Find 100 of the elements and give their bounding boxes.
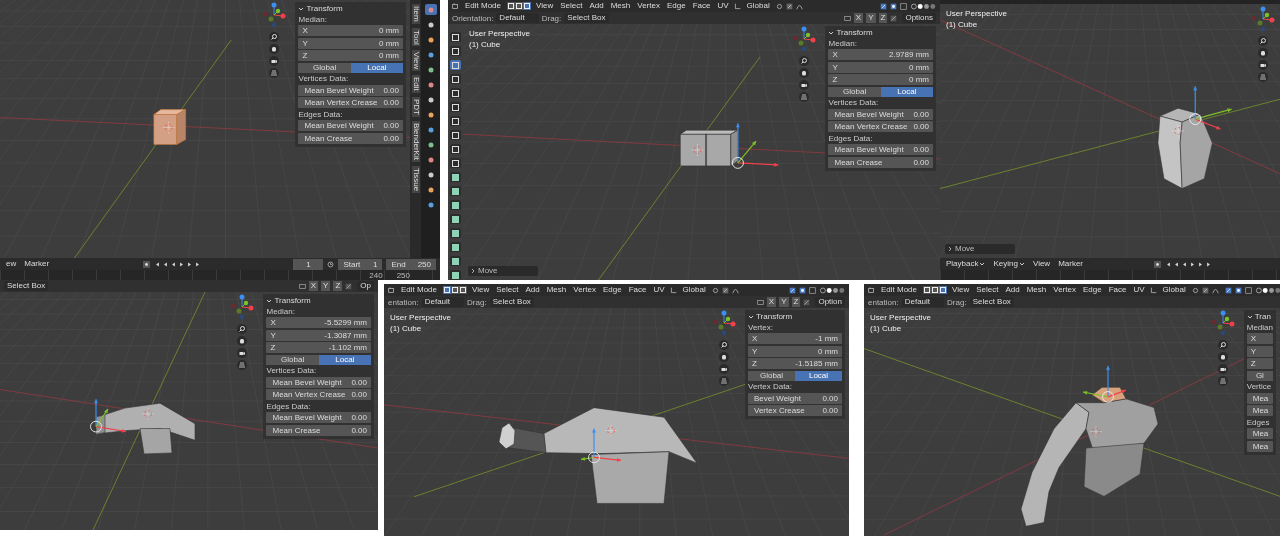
value-field[interactable]: Mean Crease 0.00 xyxy=(298,132,403,144)
hand-icon[interactable] xyxy=(799,68,810,78)
tool-button[interactable] xyxy=(450,172,461,182)
navigation-gizmo-icon[interactable] xyxy=(711,310,737,336)
options-dropdown[interactable]: Options xyxy=(902,13,936,23)
move-gizmo-drawing[interactable] xyxy=(1189,85,1233,130)
zoom-icon[interactable] xyxy=(237,324,248,334)
sidebar-tab[interactable]: Item xyxy=(411,4,420,24)
navigation-gizmo-icon[interactable] xyxy=(229,294,256,320)
menu-item[interactable]: Select xyxy=(494,286,521,294)
pivot-icon[interactable] xyxy=(711,286,719,294)
coordinate-field[interactable]: Y -1.3087 mm xyxy=(266,329,371,341)
menu-item[interactable]: View xyxy=(534,2,556,10)
value-field[interactable]: Mean Bevel Weight 0.00 xyxy=(298,120,403,131)
overlay-toggle-icon[interactable] xyxy=(1234,286,1242,294)
viewport[interactable] xyxy=(463,24,940,280)
mirror-axis-button[interactable]: X xyxy=(308,281,319,291)
start-frame-field[interactable]: Start 1 xyxy=(338,258,383,270)
zoom-icon[interactable] xyxy=(719,340,729,350)
end-frame-field[interactable]: End 250 xyxy=(386,258,436,270)
orientation-toggle[interactable]: Local xyxy=(350,62,403,73)
previous-keyframe-icon[interactable] xyxy=(162,260,170,268)
value-field[interactable]: Mea xyxy=(1246,440,1273,452)
hand-icon[interactable] xyxy=(1217,352,1228,362)
caret-icon[interactable] xyxy=(1018,261,1025,267)
value-field[interactable]: Mea xyxy=(1246,405,1273,416)
orientation-dropdown[interactable]: Default xyxy=(496,13,539,23)
move-gizmo-drawing[interactable] xyxy=(580,428,622,464)
orientation-toggle[interactable]: Gl xyxy=(1246,370,1273,381)
mirror-axis-button[interactable]: X xyxy=(766,297,777,307)
tool-button[interactable] xyxy=(450,214,461,224)
snap-icon[interactable] xyxy=(785,2,793,10)
orientation-dropdown[interactable]: Default xyxy=(901,297,945,307)
tool-button[interactable] xyxy=(450,88,461,98)
menu-item[interactable]: Edge xyxy=(664,2,688,10)
value-field[interactable]: Mean Bevel Weight 0.00 xyxy=(266,376,371,388)
shading-buttons-icon[interactable] xyxy=(910,2,936,10)
proportional-edit-icon[interactable] xyxy=(731,286,739,294)
tool-button[interactable] xyxy=(450,256,461,266)
proportional-edit-icon[interactable] xyxy=(795,2,803,10)
orientation-toggle[interactable]: Global xyxy=(828,86,881,97)
gizmo-toggle-icon[interactable] xyxy=(1224,286,1232,294)
tool-button[interactable] xyxy=(450,46,461,56)
tool-button[interactable] xyxy=(450,32,461,42)
menu-item[interactable]: Mesh xyxy=(544,286,569,294)
orientation-toggle[interactable]: Local xyxy=(318,354,371,365)
move-gizmo-drawing[interactable] xyxy=(731,122,779,169)
gizmo-toggle-icon[interactable] xyxy=(789,286,796,294)
transform-orientation-dropdown[interactable]: Global xyxy=(679,285,709,295)
options-dropdown[interactable]: Op xyxy=(357,281,374,291)
mirror-axis-button[interactable]: Y xyxy=(321,281,331,291)
pivot-icon[interactable] xyxy=(1191,286,1199,294)
menu-item[interactable]: UV xyxy=(715,2,731,10)
value-field[interactable]: Bevel Weight 0.00 xyxy=(748,392,842,404)
editor-type-icon[interactable] xyxy=(868,286,875,294)
tool-button[interactable] xyxy=(450,186,461,196)
sidebar-tab[interactable]: PDT xyxy=(411,97,420,118)
camera-icon[interactable] xyxy=(237,348,248,358)
topology-icon[interactable] xyxy=(890,14,898,22)
jump-end-icon[interactable] xyxy=(1204,260,1212,268)
value-field[interactable]: Mean Bevel Weight 0.00 xyxy=(828,108,933,120)
last-operator-panel[interactable]: Move xyxy=(945,244,1015,254)
camera-icon[interactable] xyxy=(269,56,280,66)
coordinate-field[interactable]: Y 0 mm xyxy=(298,37,403,49)
camera-icon[interactable] xyxy=(1217,364,1228,374)
current-frame-field[interactable]: 1 xyxy=(293,258,324,270)
navigation-gizmo-icon[interactable] xyxy=(1209,310,1236,336)
mirror-axis-button[interactable]: Y xyxy=(866,13,876,23)
edge-select-button[interactable] xyxy=(931,286,940,294)
overlay-toggle-icon[interactable] xyxy=(890,2,897,10)
record-icon[interactable] xyxy=(1153,260,1161,268)
drag-dropdown[interactable]: Select Box xyxy=(489,297,534,307)
coordinate-field[interactable]: Z 0 mm xyxy=(828,74,933,85)
tool-button[interactable] xyxy=(450,242,461,252)
topology-icon[interactable] xyxy=(803,298,811,306)
collapse-caret-icon[interactable] xyxy=(748,313,754,320)
expand-caret-icon[interactable] xyxy=(947,246,953,252)
tool-button[interactable] xyxy=(450,116,461,126)
menu-item[interactable]: Face xyxy=(1106,286,1129,294)
coordinate-field[interactable]: X 0 mm xyxy=(298,25,403,36)
menu-item[interactable]: UV xyxy=(1131,286,1147,294)
shading-buttons-icon[interactable] xyxy=(1254,286,1280,294)
tool-button[interactable] xyxy=(450,228,461,238)
sidebar-tab[interactable]: Edit xyxy=(411,75,420,94)
clock-icon[interactable] xyxy=(327,260,335,268)
menu-item[interactable]: Face xyxy=(690,2,713,10)
tool-button[interactable] xyxy=(450,130,461,140)
menu-item[interactable]: Select xyxy=(558,2,585,10)
sidebar-tab[interactable]: BlenderKit xyxy=(411,121,420,163)
sidebar-tab[interactable]: Tool xyxy=(411,27,420,47)
menu-item[interactable]: Keying xyxy=(991,260,1027,268)
sidebar-tab[interactable]: View xyxy=(411,50,420,72)
menu-item[interactable]: Playback xyxy=(944,260,988,268)
value-field[interactable]: Mean Crease 0.00 xyxy=(266,424,371,436)
shading-buttons-icon[interactable] xyxy=(819,286,845,294)
snap-icon[interactable] xyxy=(721,286,729,294)
vertex-select-button[interactable] xyxy=(923,286,932,294)
overlay-toggle-icon[interactable] xyxy=(799,286,806,294)
value-field[interactable]: Mean Bevel Weight 0.00 xyxy=(266,412,371,423)
menu-item[interactable]: Vertex xyxy=(635,2,662,10)
